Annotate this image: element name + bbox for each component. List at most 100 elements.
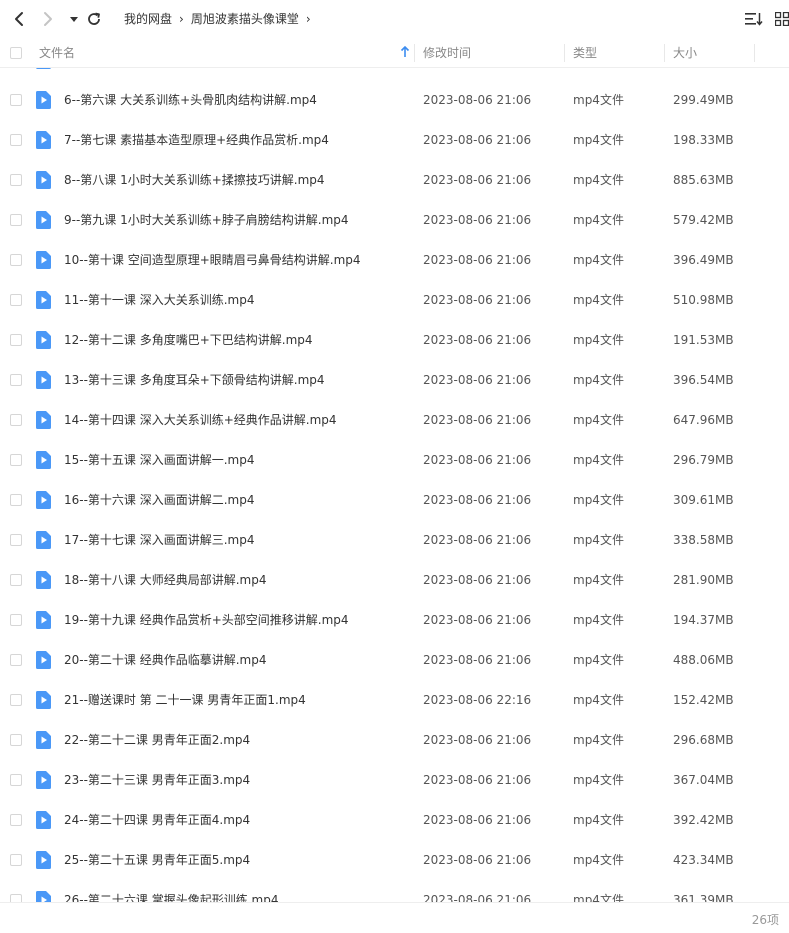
row-checkbox[interactable]	[10, 614, 22, 626]
file-row[interactable]: 23--第二十三课 男青年正面3.mp4 2023-08-06 21:06 mp4文…	[0, 760, 789, 800]
file-name[interactable]: 6--第六课 大关系训练+头骨肌肉结构讲解.mp4	[64, 80, 317, 120]
column-size[interactable]: 大小	[673, 38, 697, 68]
row-checkbox[interactable]	[10, 454, 22, 466]
file-name[interactable]: 18--第十八课 大师经典局部讲解.mp4	[64, 560, 267, 600]
row-checkbox[interactable]	[10, 374, 22, 386]
file-modified-time: 2023-08-06 21:06	[423, 613, 532, 627]
file-row[interactable]: 11--第十一课 深入大关系训练.mp4 2023-08-06 21:06 mp4文…	[0, 280, 789, 320]
file-row[interactable]: 16--第十六课 深入画面讲解二.mp4 2023-08-06 21:06 mp4文…	[0, 480, 789, 520]
row-checkbox[interactable]	[10, 854, 22, 866]
video-file-icon	[36, 891, 51, 902]
column-modified-time[interactable]: 修改时间	[423, 38, 471, 68]
file-name[interactable]: 11--第十一课 深入大关系训练.mp4	[64, 280, 255, 320]
file-name[interactable]: 8--第八课 1小时大关系训练+揉擦技巧讲解.mp4	[64, 160, 325, 200]
column-divider[interactable]	[664, 44, 665, 62]
file-row[interactable]: 12--第十二课 多角度嘴巴+下巴结构讲解.mp4 2023-08-06 21:0…	[0, 320, 789, 360]
row-checkbox[interactable]	[10, 494, 22, 506]
row-checkbox[interactable]	[10, 574, 22, 586]
row-checkbox[interactable]	[10, 694, 22, 706]
file-name[interactable]: 24--第二十四课 男青年正面4.mp4	[64, 800, 250, 840]
refresh-icon[interactable]	[84, 9, 104, 29]
file-row[interactable]: 26--第二十六课 掌握头像起形训练.mp4 2023-08-06 21:06 mp…	[0, 880, 789, 902]
breadcrumb-root[interactable]: 我的网盘	[124, 10, 172, 27]
file-name[interactable]: 12--第十二课 多角度嘴巴+下巴结构讲解.mp4	[64, 320, 313, 360]
select-all-checkbox[interactable]	[10, 47, 22, 59]
video-file-icon	[36, 491, 51, 509]
file-name[interactable]: 10--第十课 空间造型原理+眼睛眉弓鼻骨结构讲解.mp4	[64, 240, 361, 280]
file-name[interactable]: 9--第九课 1小时大关系训练+脖子肩膀结构讲解.mp4	[64, 200, 349, 240]
row-checkbox[interactable]	[10, 654, 22, 666]
forward-arrow-icon[interactable]	[38, 9, 58, 29]
file-name[interactable]: 19--第十九课 经典作品赏析+头部空间推移讲解.mp4	[64, 600, 349, 640]
file-modified-time: 2023-08-06 21:06	[423, 213, 532, 227]
history-dropdown-icon[interactable]	[64, 9, 84, 29]
file-row[interactable]: 17--第十七课 深入画面讲解三.mp4 2023-08-06 21:06 mp4文…	[0, 520, 789, 560]
file-row[interactable]: 21--赠送课时 第 二十一课 男青年正面1.mp4 2023-08-06 22:…	[0, 680, 789, 720]
row-checkbox[interactable]	[10, 334, 22, 346]
row-checkbox[interactable]	[10, 534, 22, 546]
file-size: 488.06MB	[673, 653, 734, 667]
row-checkbox[interactable]	[10, 414, 22, 426]
column-type[interactable]: 类型	[573, 38, 597, 68]
file-name[interactable]: 14--第十四课 深入大关系训练+经典作品讲解.mp4	[64, 400, 337, 440]
column-name[interactable]: 文件名	[39, 38, 75, 68]
file-row[interactable]: 19--第十九课 经典作品赏析+头部空间推移讲解.mp4 2023-08-06 2…	[0, 600, 789, 640]
grid-view-icon[interactable]	[774, 11, 789, 30]
file-type: mp4文件	[573, 773, 624, 787]
file-row[interactable]: 15--第十五课 深入画面讲解一.mp4 2023-08-06 21:06 mp4文…	[0, 440, 789, 480]
column-divider[interactable]	[564, 44, 565, 62]
row-checkbox[interactable]	[10, 294, 22, 306]
row-checkbox[interactable]	[10, 774, 22, 786]
row-checkbox[interactable]	[10, 814, 22, 826]
row-checkbox[interactable]	[10, 214, 22, 226]
file-name[interactable]: 20--第二十课 经典作品临摹讲解.mp4	[64, 640, 267, 680]
row-checkbox[interactable]	[10, 94, 22, 106]
file-name[interactable]: 26--第二十六课 掌握头像起形训练.mp4	[64, 880, 279, 902]
file-row[interactable]: 22--第二十二课 男青年正面2.mp4 2023-08-06 21:06 mp4文…	[0, 720, 789, 760]
row-checkbox[interactable]	[10, 134, 22, 146]
file-name[interactable]: 21--赠送课时 第 二十一课 男青年正面1.mp4	[64, 680, 306, 720]
file-row[interactable]: 7--第七课 素描基本造型原理+经典作品赏析.mp4 2023-08-06 21:…	[0, 120, 789, 160]
file-row[interactable]: 14--第十四课 深入大关系训练+经典作品讲解.mp4 2023-08-06 21…	[0, 400, 789, 440]
file-name[interactable]: 25--第二十五课 男青年正面5.mp4	[64, 840, 250, 880]
file-row[interactable]: 8--第八课 1小时大关系训练+揉擦技巧讲解.mp4 2023-08-06 21:…	[0, 160, 789, 200]
column-divider[interactable]	[754, 44, 755, 62]
column-divider[interactable]	[414, 44, 415, 62]
file-row[interactable]: 9--第九课 1小时大关系训练+脖子肩膀结构讲解.mp4 2023-08-06 2…	[0, 200, 789, 240]
file-name[interactable]: 7--第七课 素描基本造型原理+经典作品赏析.mp4	[64, 120, 329, 160]
breadcrumb-current-folder[interactable]: 周旭波素描头像课堂	[191, 10, 299, 27]
file-name[interactable]: 5--第五课 (partially visible)	[64, 68, 221, 80]
status-bar: 26项	[0, 902, 789, 933]
file-row[interactable]: 6--第六课 大关系训练+头骨肌肉结构讲解.mp4 2023-08-06 21:0…	[0, 80, 789, 120]
file-row[interactable]: 25--第二十五课 男青年正面5.mp4 2023-08-06 21:06 mp4文…	[0, 840, 789, 880]
file-type: mp4文件	[573, 333, 624, 347]
row-checkbox[interactable]	[10, 174, 22, 186]
sort-ascending-icon[interactable]	[400, 45, 410, 61]
row-checkbox[interactable]	[10, 894, 22, 902]
row-checkbox[interactable]	[10, 734, 22, 746]
row-checkbox[interactable]	[10, 254, 22, 266]
toolbar: 我的网盘 › 周旭波素描头像课堂 ›	[0, 0, 789, 38]
file-row[interactable]: 5--第五课 (partially visible)	[0, 68, 789, 80]
video-file-icon	[36, 131, 51, 149]
back-arrow-icon[interactable]	[9, 9, 29, 29]
file-size: 191.53MB	[673, 333, 734, 347]
file-name[interactable]: 16--第十六课 深入画面讲解二.mp4	[64, 480, 255, 520]
file-row[interactable]: 20--第二十课 经典作品临摹讲解.mp4 2023-08-06 21:06 mp4…	[0, 640, 789, 680]
file-name[interactable]: 17--第十七课 深入画面讲解三.mp4	[64, 520, 255, 560]
file-name[interactable]: 22--第二十二课 男青年正面2.mp4	[64, 720, 250, 760]
file-name[interactable]: 23--第二十三课 男青年正面3.mp4	[64, 760, 250, 800]
file-row[interactable]: 18--第十八课 大师经典局部讲解.mp4 2023-08-06 21:06 mp4…	[0, 560, 789, 600]
video-file-icon	[36, 171, 51, 189]
file-name[interactable]: 15--第十五课 深入画面讲解一.mp4	[64, 440, 255, 480]
file-modified-time: 2023-08-06 22:16	[423, 693, 532, 707]
file-row[interactable]: 24--第二十四课 男青年正面4.mp4 2023-08-06 21:06 mp4文…	[0, 800, 789, 840]
chevron-right-icon[interactable]: ›	[306, 12, 311, 26]
sort-list-icon[interactable]	[745, 11, 763, 30]
file-row[interactable]: 10--第十课 空间造型原理+眼睛眉弓鼻骨结构讲解.mp4 2023-08-06 …	[0, 240, 789, 280]
file-name[interactable]: 13--第十三课 多角度耳朵+下颌骨结构讲解.mp4	[64, 360, 325, 400]
file-row[interactable]: 13--第十三课 多角度耳朵+下颌骨结构讲解.mp4 2023-08-06 21:…	[0, 360, 789, 400]
video-file-icon	[36, 731, 51, 749]
file-size: 198.33MB	[673, 133, 734, 147]
file-type: mp4文件	[573, 533, 624, 547]
